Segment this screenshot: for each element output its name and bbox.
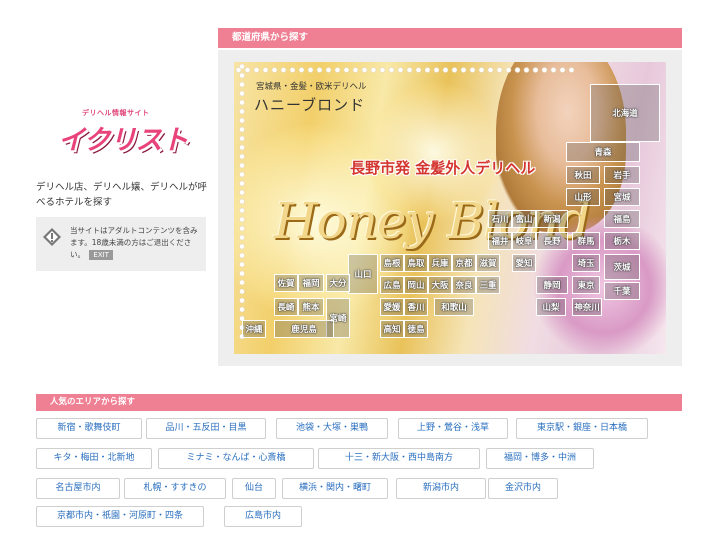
prefecture-button-aomori[interactable]: 青森 [566,142,640,162]
banner-pearls [234,66,574,74]
popular-area-link[interactable]: ミナミ・なんば・心斎橋 [158,448,314,469]
popular-area-link[interactable]: 十三・新大阪・西中島南方 [318,448,480,469]
prefecture-button-kanagawa[interactable]: 神奈川 [572,298,602,316]
prefecture-button-fukushima[interactable]: 福島 [604,210,640,228]
prefecture-button-kochi[interactable]: 高知 [380,320,404,338]
prefecture-button-kyoto[interactable]: 京都 [452,254,476,272]
popular-area-link[interactable]: 名古屋市内 [36,478,120,499]
popular-area-link[interactable]: 新宿・歌舞伎町 [36,418,142,439]
banner-subtitle: 宮城県・金髪・欧米デリヘル [256,82,367,92]
popular-area-link[interactable]: 上野・鶯谷・浅草 [398,418,508,439]
prefecture-button-niigata[interactable]: 新潟 [536,210,568,228]
logo-text: イクリスト [58,125,188,156]
prefecture-button-iwate[interactable]: 岩手 [604,166,640,184]
popular-area-link[interactable]: 福岡・博多・中洲 [486,448,594,469]
prefecture-button-tokushima[interactable]: 徳島 [404,320,428,338]
logo-subtitle: デリヘル情報サイト [82,109,150,117]
prefecture-button-tottori[interactable]: 鳥取 [404,254,428,272]
prefecture-button-saitama[interactable]: 埼玉 [572,254,600,272]
banner-catchphrase: 長野市発 金髪外人デリヘル [350,159,536,177]
prefecture-button-saga[interactable]: 佐賀 [274,274,298,292]
popular-area-link[interactable]: 札幌・すすきの [124,478,226,499]
prefecture-button-kumamoto[interactable]: 熊本 [298,298,324,316]
prefecture-button-fukui[interactable]: 福井 [488,232,512,250]
prefecture-button-miyagi[interactable]: 宮城 [604,188,640,206]
prefecture-button-hyogo[interactable]: 兵庫 [428,254,452,272]
popular-area-link[interactable]: 広島市内 [224,506,302,527]
page: デリヘル情報サイト イクリスト デリヘル店、デリヘル嬢、デリヘルが呼べるホテルを… [0,0,720,540]
prefecture-button-gifu[interactable]: 岐阜 [512,232,536,250]
prefecture-button-hokkaido[interactable]: 北海道 [590,84,660,142]
prefecture-button-kagoshima[interactable]: 鹿児島 [274,320,334,338]
prefecture-button-aichi[interactable]: 愛知 [512,254,536,272]
prefecture-button-toyama[interactable]: 富山 [512,210,536,228]
popular-area-link[interactable]: 仙台 [232,478,276,499]
prefecture-button-mie[interactable]: 三重 [476,276,500,294]
prefecture-button-yamanashi[interactable]: 山梨 [536,298,566,316]
prefecture-button-gunma[interactable]: 群馬 [572,232,600,250]
prefecture-button-osaka[interactable]: 大阪 [428,276,452,294]
prefecture-button-yamagata[interactable]: 山形 [566,188,600,206]
popular-area-link[interactable]: 池袋・大塚・巣鴨 [276,418,388,439]
prefecture-button-nagano[interactable]: 長野 [536,232,568,250]
prefecture-button-chiba[interactable]: 千葉 [604,282,640,300]
popular-area-link[interactable]: 京都市内・祇園・河原町・四条 [36,506,204,527]
notice-text: 当サイトはアダルトコンテンツを含みます。18歳未満の方はご退出ください。 EXI… [70,225,202,261]
exit-button[interactable]: EXIT [89,250,113,260]
prefecture-button-shizuoka[interactable]: 静岡 [536,276,568,294]
prefecture-button-nara[interactable]: 奈良 [452,276,476,294]
prefecture-button-tokyo[interactable]: 東京 [572,276,600,294]
popular-area-link[interactable]: 品川・五反田・目黒 [146,418,266,439]
prefecture-button-wakayama[interactable]: 和歌山 [434,298,474,316]
site-logo[interactable]: デリヘル情報サイト イクリスト [58,108,188,158]
prefecture-button-ishikawa[interactable]: 石川 [488,210,512,228]
prefecture-button-kagawa[interactable]: 香川 [404,298,428,316]
prefecture-button-okinawa[interactable]: 沖縄 [242,320,266,338]
prefecture-button-yamaguchi[interactable]: 山口 [348,254,378,294]
ad-banner[interactable]: 宮城県・金髪・欧米デリヘル ハニーブロンド 長野市発 金髪外人デリヘル Hone… [234,62,666,354]
prefecture-button-ehime[interactable]: 愛媛 [380,298,404,316]
adult-notice: 当サイトはアダルトコンテンツを含みます。18歳未満の方はご退出ください。 EXI… [36,217,206,271]
prefecture-button-shiga[interactable]: 滋賀 [476,254,500,272]
banner-pearls [238,62,246,342]
site-tagline: デリヘル店、デリヘル嬢、デリヘルが呼べるホテルを探す [36,182,208,208]
prefecture-section-heading: 都道府県から探す [218,28,682,48]
prefecture-button-ibaraki[interactable]: 茨城 [604,254,640,280]
prefecture-button-akita[interactable]: 秋田 [566,166,600,184]
prefecture-button-oita[interactable]: 大分 [326,274,350,292]
prefecture-button-tochigi[interactable]: 栃木 [604,232,640,250]
popular-area-link[interactable]: 新潟市内 [396,478,486,499]
banner-title: ハニーブロンド [254,96,366,114]
popular-area-link[interactable]: 東京駅・銀座・日本橋 [516,418,648,439]
popular-area-link[interactable]: 金沢市内 [488,478,558,499]
prefecture-button-fukuoka[interactable]: 福岡 [298,274,324,292]
popular-areas-heading: 人気のエリアから探す [36,394,682,411]
prefecture-button-nagasaki[interactable]: 長崎 [274,298,298,316]
popular-area-link[interactable]: キタ・梅田・北新地 [36,448,152,469]
warning-icon [43,228,61,246]
prefecture-button-okayama[interactable]: 岡山 [404,276,428,294]
prefecture-button-shimane[interactable]: 島根 [380,254,404,272]
prefecture-button-hiroshima[interactable]: 広島 [380,276,404,294]
prefecture-map: 宮城県・金髪・欧米デリヘル ハニーブロンド 長野市発 金髪外人デリヘル Hone… [218,50,682,366]
popular-area-link[interactable]: 横浜・関内・曙町 [282,478,388,499]
